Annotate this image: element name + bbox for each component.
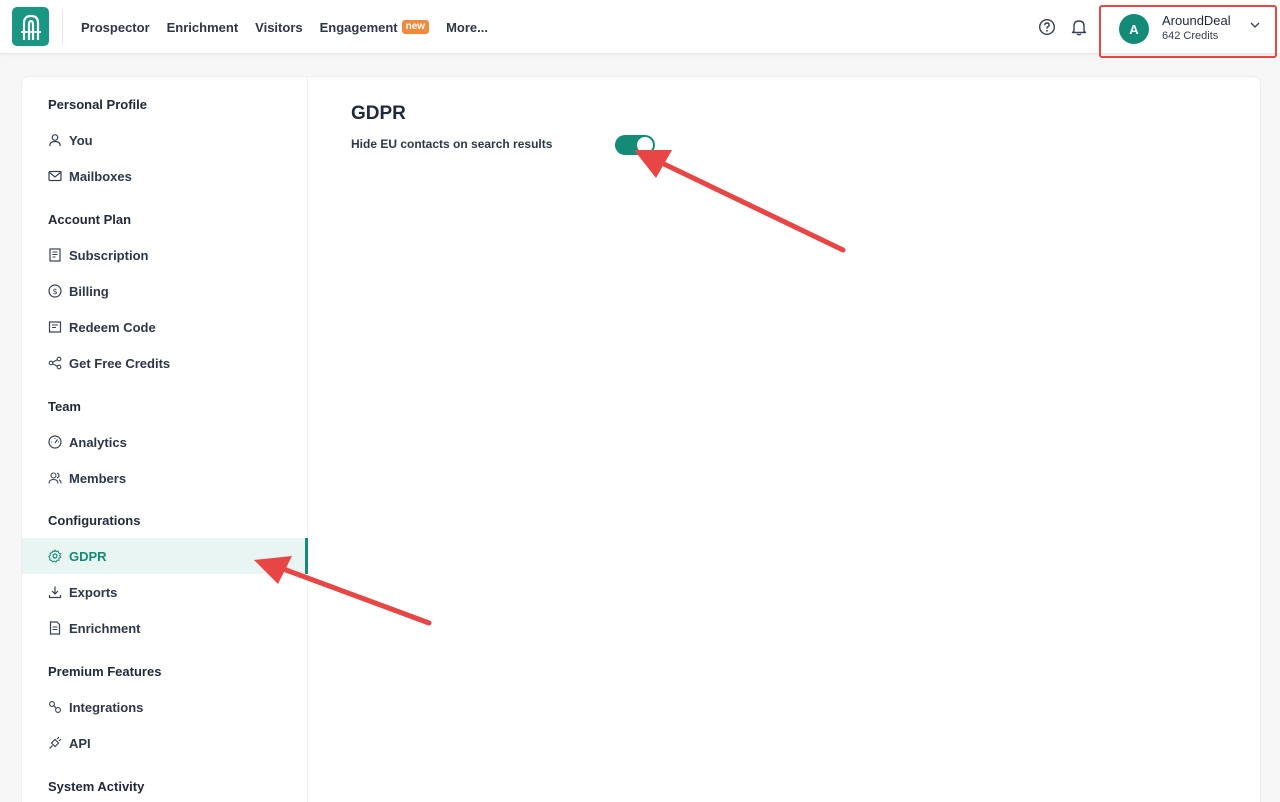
sidebar-item-label: Billing [69, 283, 109, 299]
sidebar-item-analytics[interactable]: Analytics [22, 424, 308, 460]
sidebar-item-members[interactable]: Members [22, 460, 308, 496]
sidebar-item-label: Analytics [69, 434, 127, 450]
nav-enrichment-label: Enrichment [166, 19, 239, 35]
members-icon [48, 471, 62, 485]
new-badge: new [401, 20, 430, 34]
avatar: A [1119, 14, 1149, 44]
plug-icon [48, 736, 62, 750]
bell-icon [1071, 20, 1087, 36]
download-icon [48, 585, 62, 599]
link-icon [48, 700, 62, 714]
sidebar-item-label: Members [69, 470, 127, 486]
notifications-button[interactable] [1069, 17, 1089, 37]
sidebar-item-get-free-credits[interactable]: Get Free Credits [22, 345, 308, 381]
sidebar-item-enrichment[interactable]: Enrichment [22, 610, 308, 646]
section-team: Team [48, 399, 81, 414]
nav-visitors[interactable]: Visitors [255, 20, 302, 35]
sidebar-item-mailboxes[interactable]: Mailboxes [22, 158, 308, 194]
sidebar-item-label: You [69, 132, 93, 148]
chevron-down-icon [1250, 22, 1260, 28]
ticket-icon [48, 320, 62, 334]
nav-visitors-label: Visitors [255, 19, 303, 35]
sidebar-item-you[interactable]: You [22, 122, 308, 158]
nav-more-label: More... [446, 19, 488, 35]
section-personal-profile: Personal Profile [48, 97, 147, 112]
sidebar-item-label: Enrichment [69, 620, 141, 636]
user-icon [48, 133, 62, 147]
sidebar-item-label: Exports [69, 584, 118, 600]
top-navbar: Prospector Enrichment Visitors Engagemen… [0, 0, 1280, 58]
dollar-icon: $ [48, 284, 62, 298]
settings-card: Personal Profile You Mailboxes Account P… [21, 76, 1261, 802]
nav-prospector[interactable]: Prospector [81, 20, 150, 35]
sidebar-item-label: API [69, 735, 91, 751]
sidebar-item-label: Subscription [69, 247, 149, 263]
svg-text:$: $ [52, 287, 57, 296]
sidebar-item-api[interactable]: API [22, 725, 308, 761]
nav-engagement-label: Engagement [319, 19, 398, 35]
sidebar-item-exports[interactable]: Exports [22, 574, 308, 610]
help-button[interactable] [1037, 17, 1057, 37]
sidebar-item-integrations[interactable]: Integrations [22, 689, 308, 725]
logo-icon [20, 14, 41, 40]
share-icon [48, 356, 62, 370]
toggle-knob [637, 137, 653, 153]
active-indicator [305, 538, 308, 574]
nav-more[interactable]: More... [446, 20, 488, 35]
document-icon [48, 621, 62, 635]
sidebar-item-label: Mailboxes [69, 168, 132, 184]
sidebar-item-label: Redeem Code [69, 319, 156, 335]
main-nav: Prospector Enrichment Visitors Engagemen… [81, 0, 505, 54]
receipt-icon [48, 248, 62, 262]
sidebar-item-label: Integrations [69, 699, 144, 715]
nav-prospector-label: Prospector [81, 19, 150, 35]
logo-divider [62, 9, 63, 44]
section-configurations: Configurations [48, 513, 141, 528]
nav-engagement[interactable]: Engagement new [319, 19, 430, 35]
account-credits: 642 Credits [1162, 30, 1219, 42]
sidebar-item-subscription[interactable]: Subscription [22, 237, 308, 273]
help-icon [1038, 18, 1056, 36]
section-account-plan: Account Plan [48, 212, 132, 227]
hide-eu-contacts-label: Hide EU contacts on search results [351, 137, 553, 151]
sidebar-item-redeem-code[interactable]: Redeem Code [22, 309, 308, 345]
gauge-icon [48, 435, 62, 449]
nav-enrichment[interactable]: Enrichment [167, 20, 239, 35]
sidebar-item-label: GDPR [69, 548, 107, 564]
account-name: AroundDeal [1162, 13, 1231, 28]
settings-sidebar: Personal Profile You Mailboxes Account P… [22, 77, 308, 802]
gear-icon [48, 549, 62, 563]
hide-eu-contacts-toggle[interactable] [615, 135, 655, 155]
sidebar-item-gdpr[interactable]: GDPR [22, 538, 308, 574]
section-premium-features: Premium Features [48, 664, 162, 679]
sidebar-item-label: Get Free Credits [69, 355, 171, 371]
app-logo[interactable] [12, 7, 49, 46]
mail-icon [48, 169, 62, 183]
account-menu[interactable]: A AroundDeal 642 Credits [1099, 5, 1277, 58]
section-system-activity: System Activity [48, 779, 145, 794]
sidebar-item-billing[interactable]: $ Billing [22, 273, 308, 309]
page-title: GDPR [351, 103, 406, 124]
